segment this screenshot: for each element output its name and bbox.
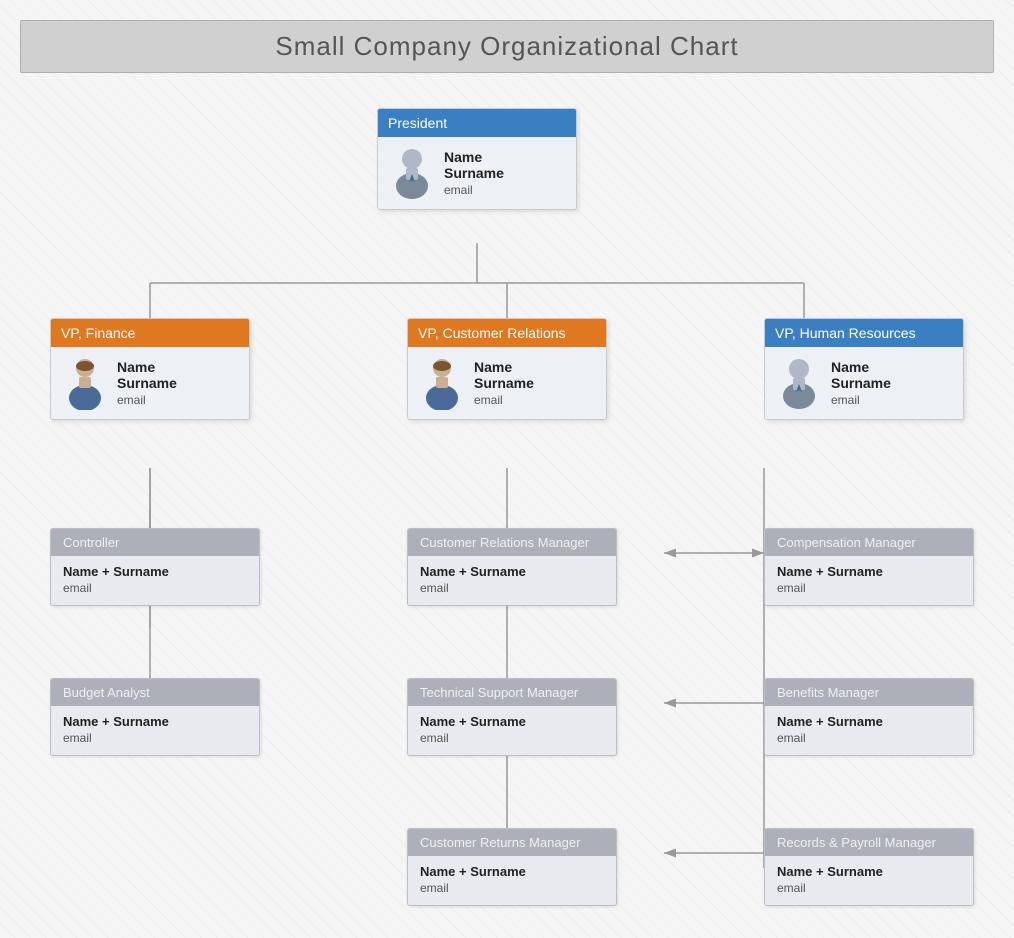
mgr-budget-role: Budget Analyst bbox=[51, 679, 259, 706]
mgr-controller-email: email bbox=[63, 581, 247, 595]
mgr-benefits-role: Benefits Manager bbox=[765, 679, 973, 706]
vp-customer-name: NameSurname bbox=[474, 359, 534, 391]
vp-finance-email: email bbox=[117, 393, 177, 407]
mgr-controller-name: Name + Surname bbox=[63, 564, 247, 579]
mgr-controller-card: Controller Name + Surname email bbox=[50, 528, 260, 606]
vp-customer-role: VP, Customer Relations bbox=[408, 319, 606, 347]
mgr-comp-role: Compensation Manager bbox=[765, 529, 973, 556]
mgr-budget-card: Budget Analyst Name + Surname email bbox=[50, 678, 260, 756]
vp-hr-role: VP, Human Resources bbox=[765, 319, 963, 347]
president-role: President bbox=[378, 109, 576, 137]
mgr-tech-sup-role: Technical Support Manager bbox=[408, 679, 616, 706]
mgr-cust-ret-role: Customer Returns Manager bbox=[408, 829, 616, 856]
chart-title-bar: Small Company Organizational Chart bbox=[20, 20, 994, 73]
vp-customer-card: VP, Customer Relations NameSurname email bbox=[407, 318, 607, 420]
vp-finance-name: NameSurname bbox=[117, 359, 177, 391]
president-name: NameSurname bbox=[444, 149, 504, 181]
mgr-benefits-card: Benefits Manager Name + Surname email bbox=[764, 678, 974, 756]
president-email: email bbox=[444, 183, 504, 197]
president-avatar bbox=[390, 147, 434, 199]
mgr-cust-rel-card: Customer Relations Manager Name + Surnam… bbox=[407, 528, 617, 606]
vp-finance-avatar bbox=[63, 357, 107, 409]
mgr-benefits-email: email bbox=[777, 731, 961, 745]
vp-hr-name: NameSurname bbox=[831, 359, 891, 391]
mgr-tech-sup-name: Name + Surname bbox=[420, 714, 604, 729]
mgr-tech-sup-email: email bbox=[420, 731, 604, 745]
mgr-comp-card: Compensation Manager Name + Surname emai… bbox=[764, 528, 974, 606]
mgr-budget-name: Name + Surname bbox=[63, 714, 247, 729]
mgr-budget-email: email bbox=[63, 731, 247, 745]
vp-customer-email: email bbox=[474, 393, 534, 407]
mgr-cust-rel-name: Name + Surname bbox=[420, 564, 604, 579]
mgr-benefits-name: Name + Surname bbox=[777, 714, 961, 729]
mgr-records-email: email bbox=[777, 881, 961, 895]
mgr-comp-email: email bbox=[777, 581, 961, 595]
mgr-tech-sup-card: Technical Support Manager Name + Surname… bbox=[407, 678, 617, 756]
mgr-cust-rel-email: email bbox=[420, 581, 604, 595]
connector-lines bbox=[20, 98, 994, 918]
mgr-cust-ret-email: email bbox=[420, 881, 604, 895]
mgr-cust-ret-card: Customer Returns Manager Name + Surname … bbox=[407, 828, 617, 906]
vp-finance-role: VP, Finance bbox=[51, 319, 249, 347]
mgr-records-role: Records & Payroll Manager bbox=[765, 829, 973, 856]
vp-hr-card: VP, Human Resources NameSurname email bbox=[764, 318, 964, 420]
mgr-cust-rel-role: Customer Relations Manager bbox=[408, 529, 616, 556]
mgr-records-card: Records & Payroll Manager Name + Surname… bbox=[764, 828, 974, 906]
vp-customer-avatar bbox=[420, 357, 464, 409]
mgr-comp-name: Name + Surname bbox=[777, 564, 961, 579]
chart-title: Small Company Organizational Chart bbox=[41, 31, 973, 62]
vp-hr-avatar bbox=[777, 357, 821, 409]
vp-hr-email: email bbox=[831, 393, 891, 407]
mgr-controller-role: Controller bbox=[51, 529, 259, 556]
chart-area: President NameSurname email bbox=[20, 98, 994, 918]
mgr-records-name: Name + Surname bbox=[777, 864, 961, 879]
president-card: President NameSurname email bbox=[377, 108, 577, 210]
vp-finance-card: VP, Finance NameSurname email bbox=[50, 318, 250, 420]
mgr-cust-ret-name: Name + Surname bbox=[420, 864, 604, 879]
